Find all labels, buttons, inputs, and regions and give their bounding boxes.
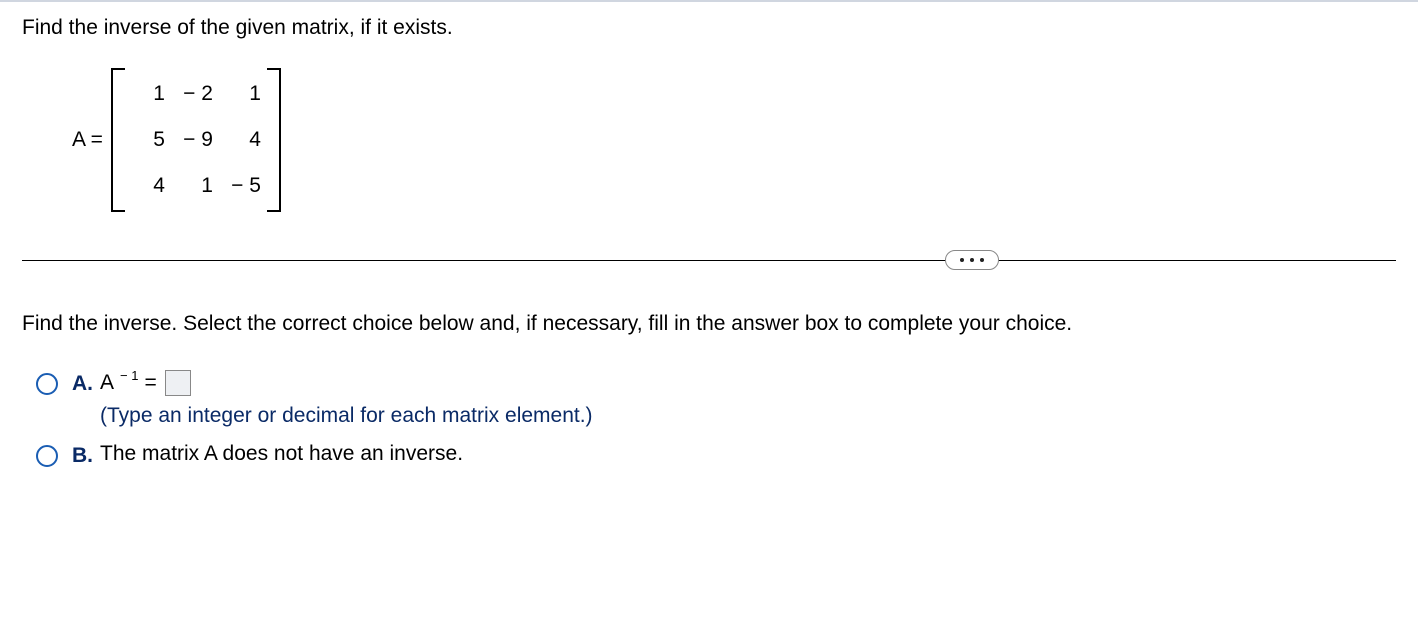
- choice-a-hint: (Type an integer or decimal for each mat…: [100, 404, 1396, 428]
- expr-base: A: [100, 371, 114, 395]
- matrix-cell: 1: [227, 82, 261, 106]
- dot-icon: [960, 258, 964, 262]
- matrix-cell: 1: [131, 82, 165, 106]
- matrix-cell: 4: [227, 128, 261, 152]
- radio-choice-a[interactable]: [36, 373, 58, 395]
- expr-superscript: − 1: [120, 368, 138, 383]
- matrix-equation: A = 1 − 2 1 5 − 9 4 4 1 − 5: [72, 68, 1396, 212]
- instruction-text: Find the inverse. Select the correct cho…: [22, 312, 1396, 336]
- matrix-bracket: 1 − 2 1 5 − 9 4 4 1 − 5: [111, 68, 281, 212]
- matrix-cell: 1: [179, 174, 213, 198]
- matrix-grid: 1 − 2 1 5 − 9 4 4 1 − 5: [119, 74, 273, 206]
- matrix-cell: − 9: [179, 128, 213, 152]
- choice-a: A. A − 1 = (Type an integer or decimal fo…: [36, 370, 1396, 428]
- more-options-button[interactable]: [945, 250, 999, 270]
- matrix-cell: − 2: [179, 82, 213, 106]
- matrix-label: A =: [72, 128, 103, 152]
- dot-icon: [970, 258, 974, 262]
- section-divider: [22, 248, 1396, 272]
- matrix-cell: 4: [131, 174, 165, 198]
- choice-letter-b: B.: [72, 444, 100, 468]
- question-prompt: Find the inverse of the given matrix, if…: [22, 16, 1396, 40]
- matrix-cell: 5: [131, 128, 165, 152]
- question-content: Find the inverse of the given matrix, if…: [0, 2, 1418, 512]
- divider-line: [22, 260, 1396, 261]
- choice-b-text: The matrix A does not have an inverse.: [100, 442, 1396, 466]
- matrix-cell: − 5: [227, 174, 261, 198]
- answer-input-box[interactable]: [165, 370, 191, 396]
- dot-icon: [980, 258, 984, 262]
- choice-letter-a: A.: [72, 372, 100, 396]
- inverse-expression: A − 1 =: [100, 370, 191, 396]
- answer-choices: A. A − 1 = (Type an integer or decimal fo…: [36, 370, 1396, 468]
- choice-b: B. The matrix A does not have an inverse…: [36, 442, 1396, 468]
- choice-a-body: A − 1 = (Type an integer or decimal for e…: [100, 370, 1396, 428]
- radio-choice-b[interactable]: [36, 445, 58, 467]
- expr-equals: =: [144, 371, 156, 395]
